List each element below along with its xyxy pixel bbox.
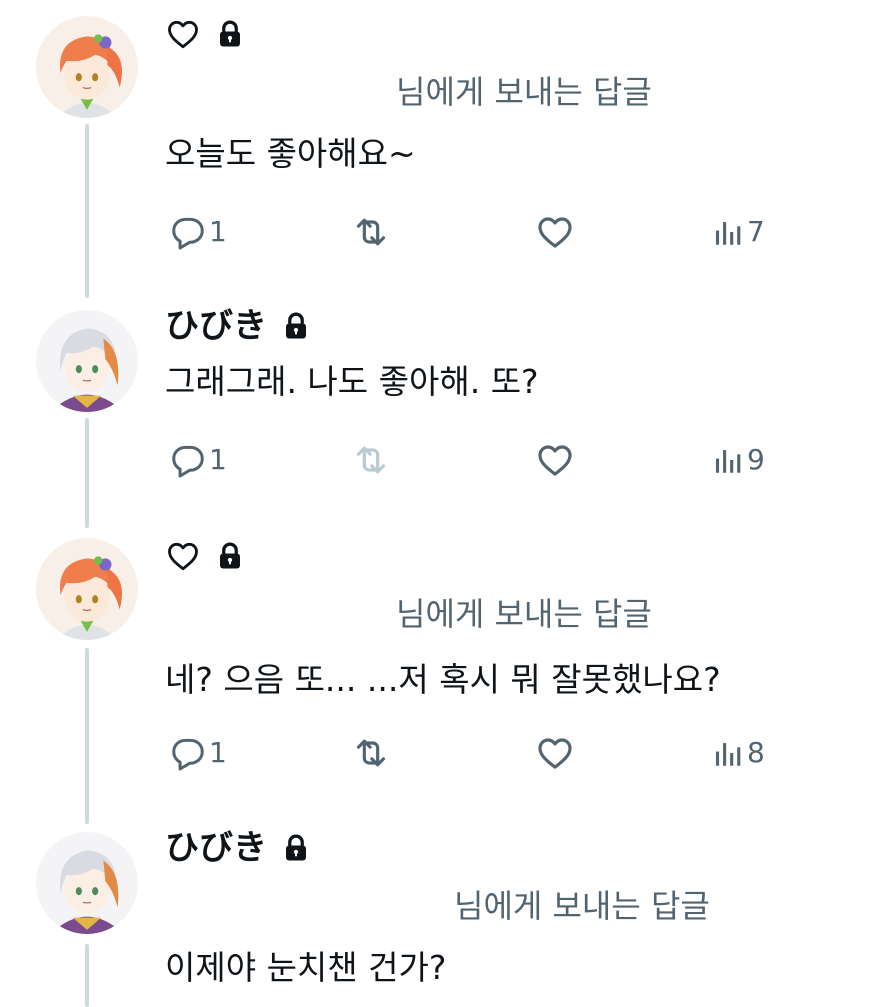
silver-haired-avatar-image [36,832,138,934]
silver-haired-avatar-image [36,310,138,412]
like-button[interactable] [535,207,575,257]
views-button[interactable]: 9 [711,435,765,485]
views-icon [711,736,745,770]
display-name[interactable]: ひびき [165,306,267,346]
heart-icon [535,440,575,480]
action-bar: 1 8 [165,728,805,778]
avatar[interactable] [36,310,138,412]
like-button[interactable] [535,435,575,485]
tweet-header: ひびき [165,306,311,346]
reply-count: 1 [209,443,227,476]
reply-icon [169,441,207,479]
display-name[interactable]: ひびき [165,828,267,868]
reply-to-label: 님에게 보내는 답글 [396,595,652,633]
views-count: 9 [747,443,765,476]
lock-icon [281,833,311,863]
heart-icon [165,538,201,574]
reply-count: 1 [209,215,227,248]
reply-icon [169,213,207,251]
reply-to-label: 님에게 보내는 답글 [454,887,710,925]
orange-haired-avatar-image [36,16,138,118]
retweet-icon [351,440,391,480]
avatar[interactable] [36,538,138,640]
action-bar: 1 7 [165,207,805,257]
tweet-text: 오늘도 좋아해요~ [165,134,416,173]
reply-to-label: 님에게 보내는 답글 [396,73,652,111]
tweet-header: ひびき [165,828,311,868]
reply-button[interactable]: 1 [169,728,227,778]
heart-icon [535,733,575,773]
retweet-button-disabled [351,435,391,485]
retweet-button[interactable] [351,728,391,778]
tweet-header [165,536,245,576]
action-bar: 1 9 [165,435,805,485]
tweet-text: 이제야 눈치챈 건가? [165,948,447,987]
retweet-icon [351,733,391,773]
reply-button[interactable]: 1 [169,435,227,485]
heart-icon [535,212,575,252]
avatar[interactable] [36,832,138,934]
lock-icon [281,311,311,341]
views-icon [711,443,745,477]
views-button[interactable]: 7 [711,207,765,257]
views-count: 7 [747,215,765,248]
thread-line [85,648,89,824]
views-icon [711,215,745,249]
thread-line [85,124,89,298]
reply-button[interactable]: 1 [169,207,227,257]
like-button[interactable] [535,728,575,778]
retweet-icon [351,212,391,252]
avatar[interactable] [36,16,138,118]
orange-haired-avatar-image [36,538,138,640]
thread-line [85,944,89,1007]
views-button[interactable]: 8 [711,728,765,778]
lock-icon [215,19,245,49]
lock-icon [215,541,245,571]
tweet-text: 그래그래. 나도 좋아해. 또? [165,362,539,401]
thread-line [85,418,89,528]
tweet-text: 네? 으음 또... ...저 혹시 뭐 잘못했나요? [165,660,721,699]
reply-icon [169,734,207,772]
views-count: 8 [747,736,765,769]
tweet-header [165,14,245,54]
heart-icon [165,16,201,52]
reply-count: 1 [209,736,227,769]
retweet-button[interactable] [351,207,391,257]
